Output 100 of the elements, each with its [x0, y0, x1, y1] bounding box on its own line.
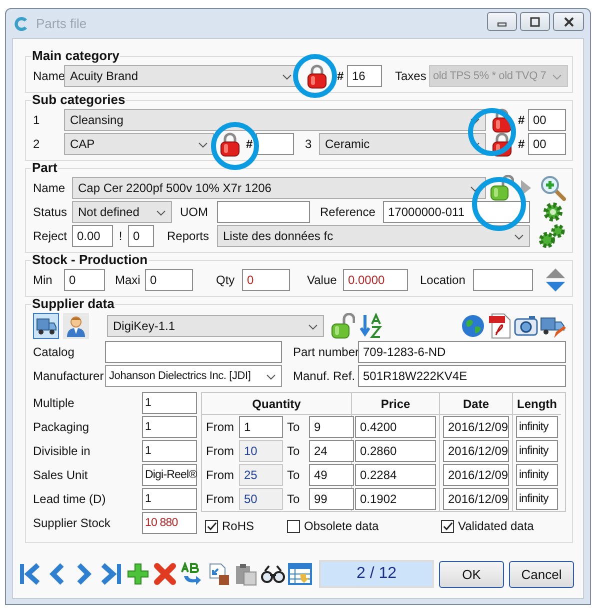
first-icon[interactable] — [18, 562, 42, 586]
length-field[interactable]: infinity — [516, 464, 558, 486]
price-field[interactable]: 0.2860 — [355, 440, 436, 462]
caret-icon — [470, 118, 480, 124]
gears-icon[interactable] — [538, 223, 566, 249]
camera-icon[interactable] — [514, 314, 538, 338]
checkbox[interactable] — [287, 520, 300, 532]
supplier-dropdown[interactable]: DigiKey-1.1 — [107, 315, 324, 337]
subcategory-dropdown[interactable]: Cleansing — [64, 109, 486, 131]
column-header: Price — [352, 393, 440, 415]
checkbox-option[interactable]: RoHS — [205, 519, 287, 533]
reject-field[interactable]: 0.00 — [72, 225, 113, 247]
person-button[interactable] — [63, 313, 89, 339]
close-icon — [562, 16, 574, 26]
reject-count-field[interactable]: 0 — [128, 225, 154, 247]
padlock-icon[interactable] — [305, 63, 329, 89]
supplier-field[interactable]: 1 — [142, 392, 197, 414]
number-field[interactable]: 00 — [528, 109, 566, 131]
zoom-in-icon[interactable] — [540, 175, 566, 201]
gear-icon[interactable] — [542, 201, 564, 223]
date-field[interactable]: 2016/12/09 — [443, 464, 509, 486]
length-field[interactable]: infinity — [516, 416, 558, 438]
subcategory-dropdown[interactable]: CAP — [64, 133, 214, 155]
quantity-from-field[interactable]: 50 — [239, 488, 283, 510]
group-title: Part — [31, 161, 58, 175]
number-field[interactable]: 00 — [528, 133, 566, 155]
manufacturer-dropdown[interactable]: Johanson Dielectrics Inc. [JDI] — [105, 365, 282, 387]
category-dropdown[interactable]: Acuity Brand — [64, 65, 298, 87]
padlock-icon[interactable] — [490, 175, 514, 201]
checkbox[interactable] — [441, 520, 454, 532]
price-field[interactable]: 0.4200 — [355, 416, 436, 438]
ok-button[interactable]: OK — [439, 560, 504, 588]
quantity-from-field[interactable]: 1 — [239, 416, 283, 438]
padlock-icon[interactable] — [218, 131, 242, 157]
catalog-field[interactable] — [105, 341, 282, 363]
supplier-field[interactable]: 10 880 — [142, 512, 197, 534]
minimize-button[interactable] — [487, 12, 517, 31]
stock-field[interactable] — [473, 269, 533, 291]
quantity-to-field[interactable]: 99 — [309, 488, 354, 510]
up-down-arrows-icon[interactable] — [545, 267, 566, 293]
field-label: Reference — [320, 205, 376, 219]
truck-button[interactable] — [33, 313, 59, 339]
stock-field[interactable]: 0 — [64, 269, 105, 291]
price-field[interactable]: 0.2284 — [355, 464, 436, 486]
cancel-button[interactable]: Cancel — [509, 560, 574, 588]
number-field[interactable] — [256, 133, 294, 155]
reference-field[interactable]: 17000000-011 — [383, 201, 530, 223]
globe-icon[interactable] — [460, 313, 486, 339]
length-field[interactable]: infinity — [516, 488, 558, 510]
padlock-icon[interactable] — [331, 313, 355, 339]
last-icon[interactable] — [99, 562, 123, 586]
checkbox-option[interactable]: Validated data — [441, 519, 534, 533]
part-name-dropdown[interactable]: Cap Cer 2200pf 500v 10% X7r 1206 — [72, 177, 486, 199]
field-label: To — [287, 444, 301, 458]
status-dropdown[interactable]: Not defined — [72, 201, 172, 223]
supplier-field[interactable]: 1 — [142, 416, 197, 438]
part-number-field[interactable]: 709-1283-6-ND — [358, 341, 566, 363]
group-title: Main category — [31, 49, 120, 63]
maximize-button[interactable] — [520, 12, 550, 31]
subcategory-dropdown[interactable]: Ceramic — [319, 133, 486, 155]
number-field[interactable]: 16 — [347, 65, 382, 87]
date-field[interactable]: 2016/12/09 — [443, 416, 509, 438]
manufacturer-reference-field[interactable]: 501R18W222KV4E — [358, 365, 566, 387]
quantity-to-field[interactable]: 49 — [309, 464, 354, 486]
quantity-from-field[interactable]: 25 — [239, 464, 283, 486]
checkbox-option[interactable]: Obsolete data — [287, 519, 441, 533]
quantity-to-field[interactable]: 9 — [309, 416, 354, 438]
caret-icon — [156, 210, 166, 216]
padlock-icon[interactable] — [490, 131, 514, 157]
close-button[interactable] — [553, 12, 584, 31]
stock-field[interactable]: 0.0000 — [343, 269, 408, 291]
field-label: # — [518, 137, 526, 151]
supplier-field[interactable]: 1 — [142, 440, 197, 462]
table-view-icon[interactable] — [288, 562, 312, 586]
column-header: Date — [440, 393, 513, 415]
stock-field[interactable]: 0 — [145, 269, 193, 291]
uom-field[interactable] — [217, 201, 310, 223]
plus-icon[interactable] — [126, 562, 150, 586]
field-label: Name — [33, 181, 66, 195]
quantity-from-field[interactable]: 10 — [239, 440, 283, 462]
quantity-to-field[interactable]: 24 — [309, 440, 354, 462]
sort-az-icon[interactable] — [359, 313, 385, 339]
import-document-icon[interactable] — [207, 562, 231, 586]
date-field[interactable]: 2016/12/09 — [443, 440, 509, 462]
reports-dropdown[interactable]: Liste des données fc — [217, 225, 530, 247]
delete-icon[interactable] — [153, 562, 177, 586]
clipboard-icon[interactable] — [234, 562, 258, 586]
supplier-field[interactable]: 1 — [142, 488, 197, 510]
stock-field[interactable]: 0 — [242, 269, 290, 291]
pdf-document-icon[interactable] — [488, 313, 512, 339]
date-field[interactable]: 2016/12/09 — [443, 488, 509, 510]
spell-check-icon[interactable] — [180, 562, 204, 586]
field-label: From — [206, 468, 235, 482]
price-field[interactable]: 0.1902 — [355, 488, 436, 510]
group-title: Sub categories — [31, 93, 126, 107]
column-header: Quantity — [202, 393, 352, 415]
checkbox[interactable] — [205, 520, 218, 532]
length-field[interactable]: infinity — [516, 440, 558, 462]
caret-icon — [308, 324, 318, 330]
supplier-field[interactable]: Digi-Reel® — [142, 464, 197, 486]
